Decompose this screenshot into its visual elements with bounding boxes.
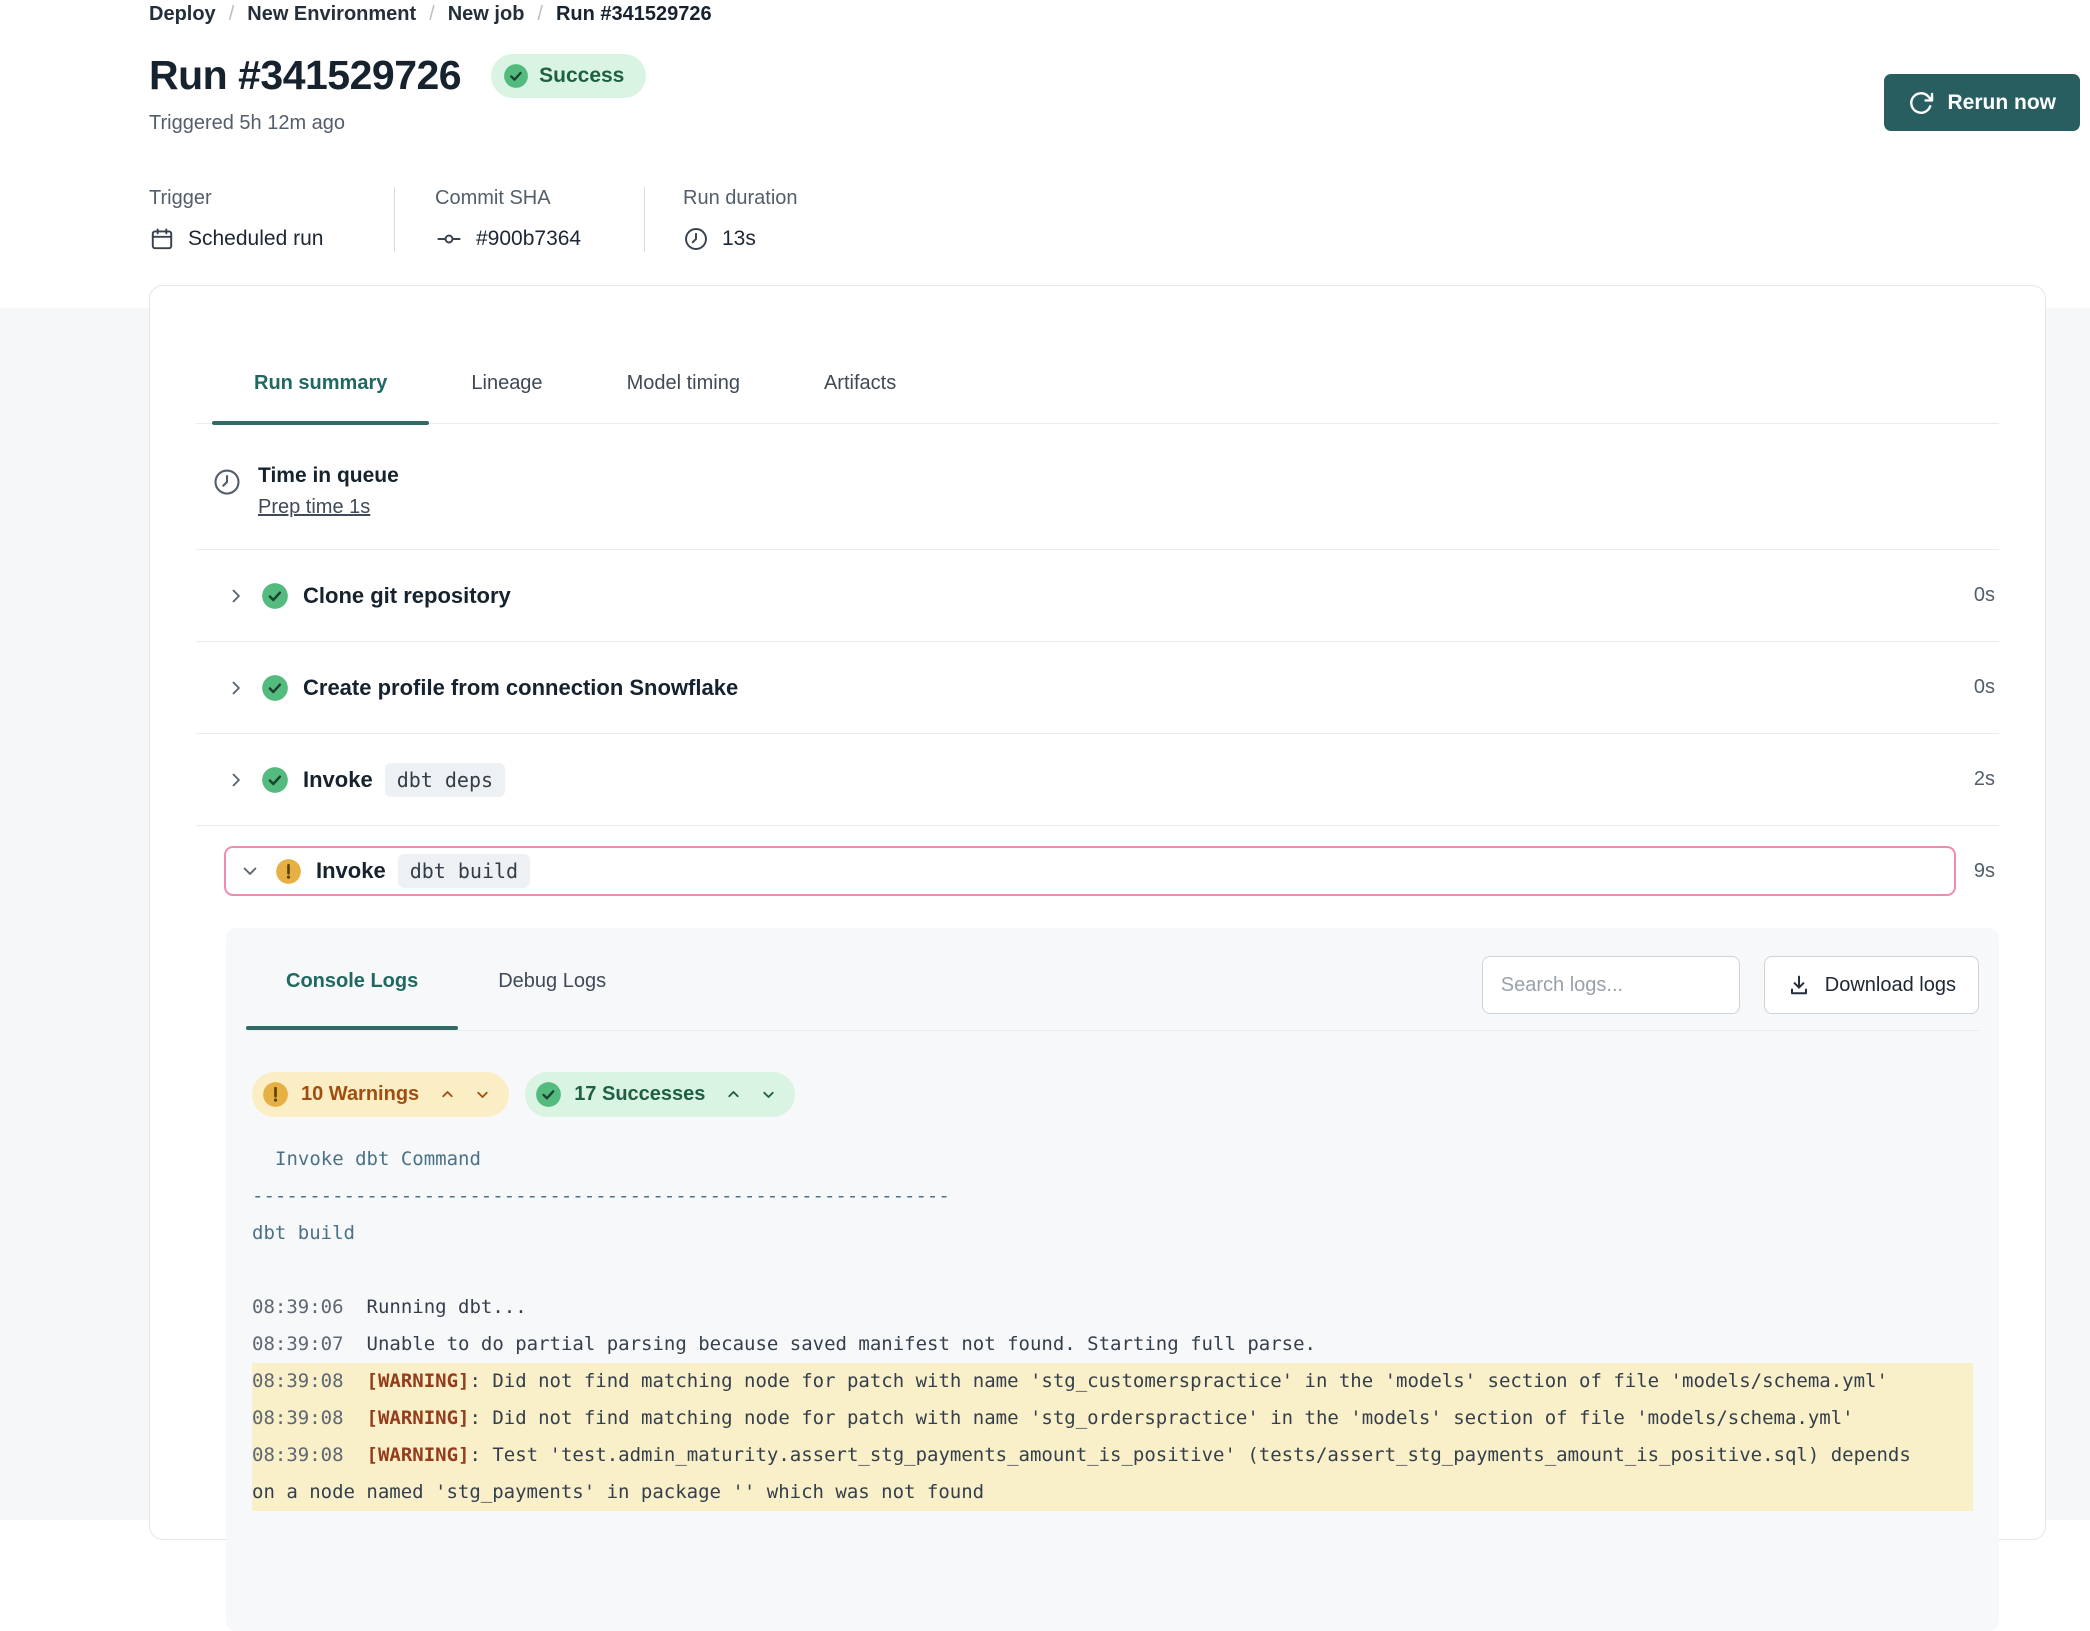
breadcrumb: Deploy / New Environment / New job / Run… <box>149 0 2090 26</box>
tab-artifacts[interactable]: Artifacts <box>782 372 938 423</box>
success-check-icon <box>503 63 529 89</box>
commit-label: Commit SHA <box>435 187 644 210</box>
trigger-value: Scheduled run <box>188 227 323 251</box>
breadcrumb-environment[interactable]: New Environment <box>247 3 416 26</box>
step-duration: 2s <box>1974 768 1999 791</box>
breadcrumb-deploy[interactable]: Deploy <box>149 3 216 26</box>
meta-commit: Commit SHA #900b7364 <box>395 187 645 252</box>
commit-value: #900b7364 <box>476 227 581 251</box>
chevron-down-icon[interactable] <box>760 1086 777 1103</box>
status-badge: Success <box>491 54 646 98</box>
step-row-dbt-build: Invoke dbt build 9s <box>196 826 1999 916</box>
success-check-icon <box>261 674 289 702</box>
step-title: Create profile from connection Snowflake <box>303 675 738 701</box>
step-duration: 0s <box>1974 584 1999 607</box>
step-duration: 0s <box>1974 676 1999 699</box>
chevron-right-icon[interactable] <box>226 678 246 698</box>
tab-debug-logs[interactable]: Debug Logs <box>458 956 646 1030</box>
time-in-queue-block: Time in queue Prep time 1s <box>196 424 1999 550</box>
breadcrumb-run-current: Run #341529726 <box>556 3 712 26</box>
tab-model-timing[interactable]: Model timing <box>585 372 782 423</box>
step-duration: 9s <box>1974 860 1999 883</box>
clock-icon <box>212 467 242 497</box>
meta-duration: Run duration 13s <box>645 187 798 252</box>
run-meta: Trigger Scheduled run Commit SHA #900b73… <box>149 187 2090 252</box>
log-line-warning: 08:39:08[WARNING]: Test 'test.admin_matu… <box>252 1437 1973 1511</box>
tab-lineage[interactable]: Lineage <box>429 372 584 423</box>
trigger-label: Trigger <box>149 187 394 210</box>
log-line: dbt build <box>252 1215 1973 1252</box>
breadcrumb-separator: / <box>229 3 235 26</box>
command-chip: dbt deps <box>385 763 505 797</box>
page-title: Run #341529726 <box>149 52 461 99</box>
step-title: Clone git repository <box>303 583 511 609</box>
successes-count-label: 17 Successes <box>574 1083 705 1106</box>
calendar-icon <box>149 226 175 252</box>
refresh-icon <box>1908 90 1934 116</box>
success-check-icon <box>535 1081 562 1108</box>
step-title: Invoke <box>316 858 386 884</box>
log-separator-line: ----------------------------------------… <box>252 1178 1973 1215</box>
commit-icon <box>435 226 463 252</box>
run-tabs: Run summary Lineage Model timing Artifac… <box>196 372 1999 424</box>
warnings-count-label: 10 Warnings <box>301 1083 419 1106</box>
tab-run-summary[interactable]: Run summary <box>212 372 429 423</box>
tab-console-logs[interactable]: Console Logs <box>246 956 458 1030</box>
log-line: 08:39:07Unable to do partial parsing bec… <box>252 1326 1973 1363</box>
chevron-down-icon[interactable] <box>240 861 260 881</box>
duration-label: Run duration <box>683 187 798 210</box>
log-controls: Download logs <box>1482 956 1979 1014</box>
log-line-blank <box>252 1252 1973 1289</box>
console-log-output: Invoke dbt Command ---------------------… <box>226 1141 1999 1511</box>
chevron-up-icon[interactable] <box>725 1086 742 1103</box>
meta-trigger: Trigger Scheduled run <box>149 187 395 252</box>
search-logs-input[interactable] <box>1482 956 1740 1014</box>
rerun-button-label: Rerun now <box>1948 91 2057 115</box>
breadcrumb-separator: / <box>537 3 543 26</box>
breadcrumb-separator: / <box>429 3 435 26</box>
warning-icon <box>275 858 302 885</box>
successes-filter-pill[interactable]: 17 Successes <box>525 1072 795 1117</box>
warnings-filter-pill[interactable]: 10 Warnings <box>252 1072 509 1117</box>
chevron-right-icon[interactable] <box>226 586 246 606</box>
triggered-timestamp: Triggered 5h 12m ago <box>149 112 2090 135</box>
breadcrumb-job[interactable]: New job <box>448 3 525 26</box>
chevron-right-icon[interactable] <box>226 770 246 790</box>
log-line: 08:39:06Running dbt... <box>252 1289 1973 1326</box>
time-in-queue-title: Time in queue <box>258 464 399 488</box>
success-check-icon <box>261 766 289 794</box>
log-line: Invoke dbt Command <box>252 1141 1973 1178</box>
step-title: Invoke <box>303 767 373 793</box>
warning-icon <box>262 1081 289 1108</box>
download-icon <box>1787 973 1811 997</box>
run-details-card: Run summary Lineage Model timing Artifac… <box>149 285 2046 1540</box>
prep-time-link[interactable]: Prep time 1s <box>258 496 370 519</box>
log-panel: Console Logs Debug Logs Download logs <box>226 928 1999 1631</box>
command-chip: dbt build <box>398 854 530 888</box>
success-check-icon <box>261 582 289 610</box>
log-line-warning: 08:39:08[WARNING]: Did not find matching… <box>252 1400 1973 1437</box>
rerun-button[interactable]: Rerun now <box>1884 74 2081 131</box>
chevron-down-icon[interactable] <box>474 1086 491 1103</box>
status-badge-label: Success <box>539 64 624 88</box>
title-row: Run #341529726 Success <box>149 52 2090 99</box>
step-dbt-build-header[interactable]: Invoke dbt build <box>224 846 1956 896</box>
step-row-dbt-deps[interactable]: Invoke dbt deps 2s <box>196 734 1999 826</box>
chevron-up-icon[interactable] <box>439 1086 456 1103</box>
clock-icon <box>683 226 709 252</box>
download-logs-label: Download logs <box>1825 974 1956 997</box>
log-toolbar: Console Logs Debug Logs Download logs <box>246 928 1979 1031</box>
download-logs-button[interactable]: Download logs <box>1764 956 1979 1014</box>
run-detail-page: Deploy / New Environment / New job / Run… <box>0 0 2090 1540</box>
log-line-warning: 08:39:08[WARNING]: Did not find matching… <box>252 1363 1973 1400</box>
duration-value: 13s <box>722 227 756 251</box>
step-row-create-profile[interactable]: Create profile from connection Snowflake… <box>196 642 1999 734</box>
log-filter-badges: 10 Warnings 17 Successes <box>252 1072 1999 1117</box>
step-row-clone-git[interactable]: Clone git repository 0s <box>196 550 1999 642</box>
log-tabs: Console Logs Debug Logs <box>246 956 646 1030</box>
